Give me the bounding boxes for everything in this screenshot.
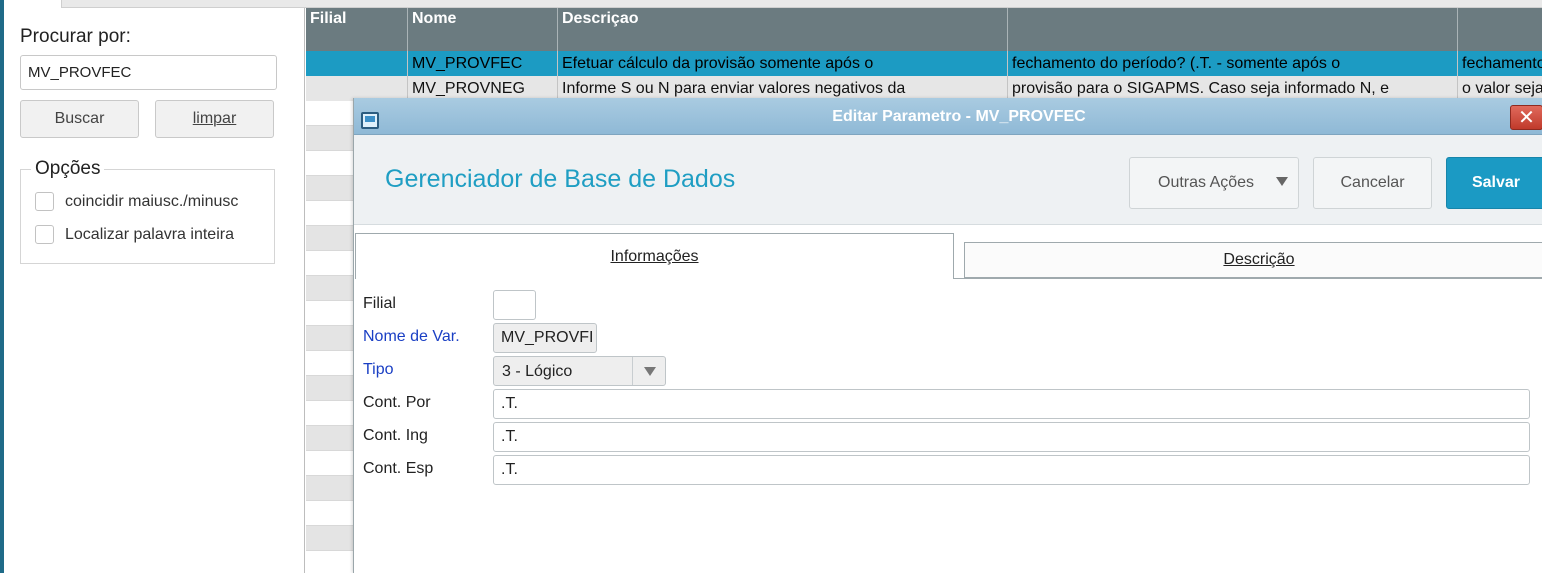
- outras-acoes-button[interactable]: Outras Ações: [1129, 157, 1299, 209]
- tipo-value: 3 - Lógico: [502, 363, 573, 380]
- dialog-titlebar[interactable]: Editar Parametro - MV_PROVFEC ✕: [354, 98, 1542, 135]
- cell-filial: [306, 51, 408, 76]
- caret-down-icon: [1276, 177, 1288, 186]
- cont-por-label: Cont. Por: [363, 394, 431, 411]
- top-tab-strip: [0, 0, 1542, 8]
- cont-esp-field[interactable]: .T.: [493, 455, 1530, 485]
- search-title: Procurar por:: [20, 26, 131, 47]
- limpar-button[interactable]: limpar: [155, 100, 274, 138]
- empty-row: [306, 101, 354, 126]
- cell-descricao: Efetuar cálculo da provisão somente após…: [558, 51, 1008, 76]
- column-header-5[interactable]: [1458, 8, 1542, 51]
- empty-row: [306, 126, 354, 151]
- dialog-title: Editar Parametro - MV_PROVFEC: [832, 108, 1086, 125]
- close-icon: ✕: [1518, 107, 1535, 129]
- salvar-button[interactable]: Salvar: [1446, 157, 1542, 209]
- empty-row: [306, 526, 354, 551]
- outras-acoes-label: Outras Ações: [1158, 174, 1255, 191]
- select-divider: [632, 357, 633, 385]
- empty-row: [306, 501, 354, 526]
- top-tab[interactable]: [4, 0, 62, 8]
- empty-row: [306, 176, 354, 201]
- dialog-header: Gerenciador de Base de Dados Outras Açõe…: [354, 135, 1542, 225]
- cont-ing-label: Cont. Ing: [363, 427, 428, 444]
- tab-informacoes-label: Informações: [610, 247, 699, 265]
- empty-row: [306, 476, 354, 501]
- filial-label: Filial: [363, 295, 396, 312]
- whole-word-checkbox[interactable]: [35, 225, 54, 244]
- options-group: Opções coincidir maiusc./minusc Localiza…: [20, 158, 275, 264]
- cell-nome: MV_PROVFEC: [408, 51, 558, 76]
- tipo-select[interactable]: 3 - Lógico: [493, 356, 666, 386]
- column-header-descricao[interactable]: Descriçao: [558, 8, 1008, 51]
- chevron-down-icon[interactable]: [644, 367, 656, 376]
- tab-informacoes[interactable]: Informações: [355, 233, 954, 279]
- app-root: Procurar por: MV_PROVFEC Buscar limpar O…: [0, 0, 1542, 573]
- column-header-nome[interactable]: Nome: [408, 8, 558, 51]
- empty-row: [306, 376, 354, 401]
- close-button[interactable]: ✕: [1510, 105, 1542, 130]
- nome-var-label: Nome de Var.: [363, 328, 460, 345]
- tab-descricao-label: Descrição: [1223, 251, 1295, 268]
- table-row[interactable]: MV_PROVFEC Efetuar cálculo da provisão s…: [306, 51, 1542, 76]
- grid-header: Filial Nome Descriçao: [306, 8, 1542, 51]
- cont-esp-label: Cont. Esp: [363, 460, 434, 477]
- buscar-button[interactable]: Buscar: [20, 100, 139, 138]
- filial-field[interactable]: [493, 290, 536, 320]
- tabs-divider: [954, 278, 1542, 279]
- cell-col5: fechamento: [1462, 55, 1542, 72]
- empty-row: [306, 401, 354, 426]
- limpar-label: limpar: [192, 110, 237, 127]
- column-header-filial[interactable]: Filial: [306, 8, 408, 51]
- empty-row: [306, 251, 354, 276]
- nome-var-field[interactable]: MV_PROVFI: [493, 323, 597, 353]
- options-title: Opções: [31, 158, 105, 180]
- empty-row: [306, 151, 354, 176]
- empty-row: [306, 426, 354, 451]
- option-whole-word[interactable]: Localizar palavra inteira: [35, 225, 234, 244]
- option-match-case[interactable]: coincidir maiusc./minusc: [35, 192, 238, 211]
- empty-row: [306, 226, 354, 251]
- empty-row: [306, 201, 354, 226]
- column-header-4[interactable]: [1008, 8, 1458, 51]
- search-panel: Procurar por: MV_PROVFEC Buscar limpar O…: [4, 8, 305, 573]
- empty-row: [306, 351, 354, 376]
- cont-por-field[interactable]: .T.: [493, 389, 1530, 419]
- empty-row: [306, 326, 354, 351]
- empty-row: [306, 551, 354, 573]
- cancelar-button[interactable]: Cancelar: [1313, 157, 1432, 209]
- grid-empty-rows: [306, 101, 354, 573]
- tipo-label: Tipo: [363, 361, 394, 378]
- empty-row: [306, 301, 354, 326]
- cont-ing-field[interactable]: .T.: [493, 422, 1530, 452]
- empty-row: [306, 276, 354, 301]
- whole-word-label: Localizar palavra inteira: [65, 225, 234, 243]
- tab-descricao[interactable]: Descrição: [964, 242, 1542, 278]
- search-input[interactable]: MV_PROVFEC: [20, 55, 277, 90]
- match-case-checkbox[interactable]: [35, 192, 54, 211]
- cell-col4: fechamento do período? (.T. - somente ap…: [1008, 51, 1458, 76]
- match-case-label: coincidir maiusc./minusc: [65, 192, 239, 210]
- dialog-heading: Gerenciador de Base de Dados: [385, 165, 736, 193]
- empty-row: [306, 451, 354, 476]
- edit-parameter-dialog: Editar Parametro - MV_PROVFEC ✕ Gerencia…: [353, 98, 1542, 573]
